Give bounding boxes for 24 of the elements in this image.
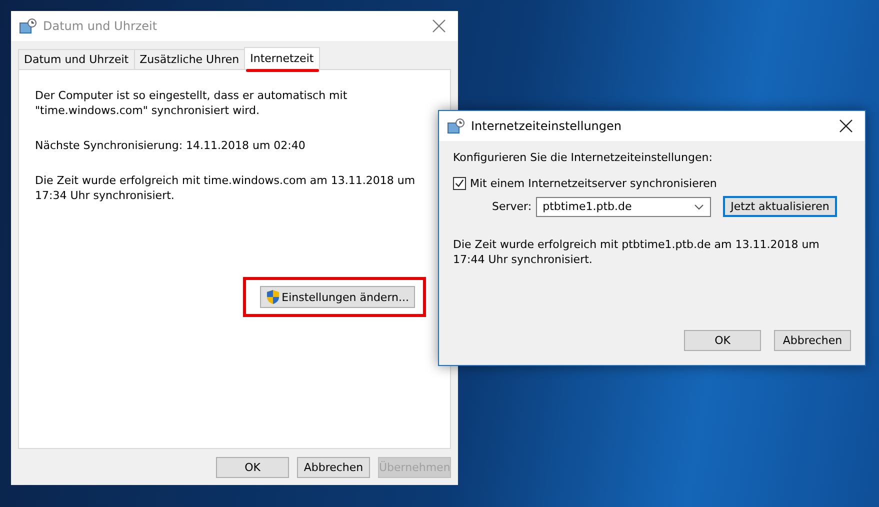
- checkbox[interactable]: [453, 177, 466, 190]
- info-text: Der Computer ist so eingestellt, dass er automatisch mit "time.windows.com" synchronisiert wird.: [35, 88, 348, 118]
- dialog-title: Internetzeiteinstellungen: [471, 119, 623, 133]
- chevron-down-icon: [694, 204, 704, 210]
- prompt-text: Konfigurieren Sie die Internetzeiteinstellungen:: [453, 151, 714, 164]
- info-text: Die Zeit wurde erfolgreich mit time.windows.com am 13.11.2018 um 17:34 Uhr synchronisiert.: [35, 173, 416, 203]
- checkbox-label: Mit einem Internetzeitserver synchronisieren: [470, 177, 717, 190]
- close-icon[interactable]: [839, 119, 853, 133]
- dialog-button[interactable]: OK: [216, 457, 289, 478]
- window-title: Datum und Uhrzeit: [43, 19, 158, 33]
- dialog-button[interactable]: OK: [684, 330, 761, 351]
- dialog-button[interactable]: Abbrechen: [774, 330, 851, 351]
- info-text: Nächste Synchronisierung: 14.11.2018 um 02:40: [35, 138, 306, 153]
- tab[interactable]: Datum und Uhrzeit: [18, 49, 135, 69]
- server-dropdown[interactable]: ptbtime1.ptb.de: [536, 196, 711, 216]
- status-text: Die Zeit wurde erfolgreich mit ptbtime1.ptb.de am 13.11.2018 um 17:44 Uhr synchronisiert.: [453, 237, 820, 267]
- dialog-button[interactable]: Abbrechen: [297, 457, 370, 478]
- shield-icon: [266, 289, 280, 305]
- update-now-button[interactable]: Jetzt aktualisieren: [722, 196, 838, 217]
- clock-icon: [19, 18, 37, 34]
- clock-icon: [447, 118, 465, 134]
- server-label: Server:: [492, 200, 532, 213]
- change-settings-button[interactable]: Einstellungen ändern...: [260, 286, 415, 308]
- tab[interactable]: Internetzeit: [244, 47, 320, 69]
